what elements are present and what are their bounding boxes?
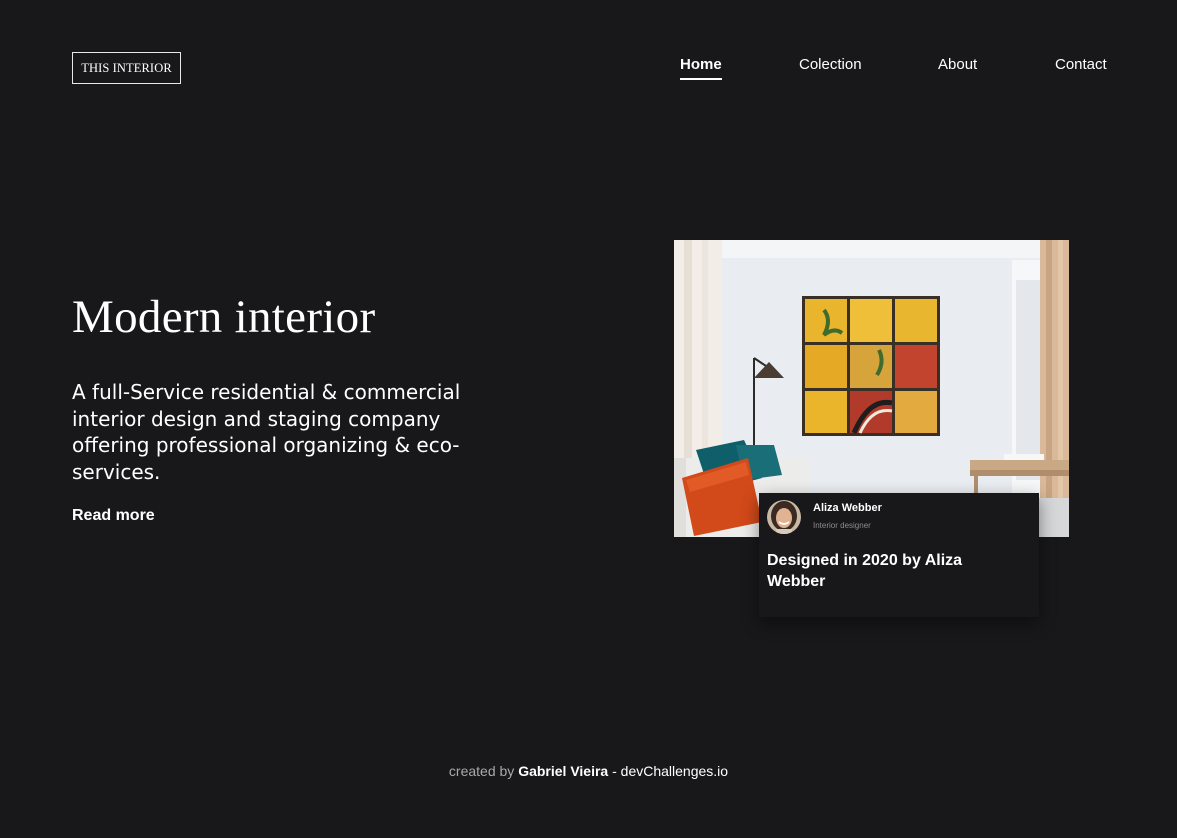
footer-author: Gabriel Vieira xyxy=(518,763,609,779)
author-role: Interior designer xyxy=(813,521,871,530)
site-logo[interactable]: THIS INTERIOR xyxy=(72,52,181,84)
footer-site-link[interactable]: devChallenges.io xyxy=(621,763,728,779)
read-more-link[interactable]: Read more xyxy=(72,507,155,525)
footer-prefix: created by xyxy=(448,763,515,779)
hero-title: Modern interior xyxy=(72,291,376,343)
nav-link-about[interactable]: About xyxy=(938,56,977,73)
author-avatar xyxy=(767,500,801,534)
card-caption: Designed in 2020 by Aliza Webber xyxy=(767,552,963,590)
footer-separator: - xyxy=(612,763,617,779)
hero-description: A full-Service residential & commercial … xyxy=(72,380,461,484)
page-footer: created by Gabriel Vieira - devChallenge… xyxy=(0,763,1177,779)
designer-card: Aliza Webber Interior designer Designed … xyxy=(759,493,1039,617)
nav-link-colection[interactable]: Colection xyxy=(799,56,862,73)
author-name: Aliza Webber xyxy=(813,502,882,514)
main-nav: Home Colection About Contact xyxy=(680,56,1107,80)
nav-link-home[interactable]: Home xyxy=(680,56,722,80)
nav-link-contact[interactable]: Contact xyxy=(1055,56,1107,73)
